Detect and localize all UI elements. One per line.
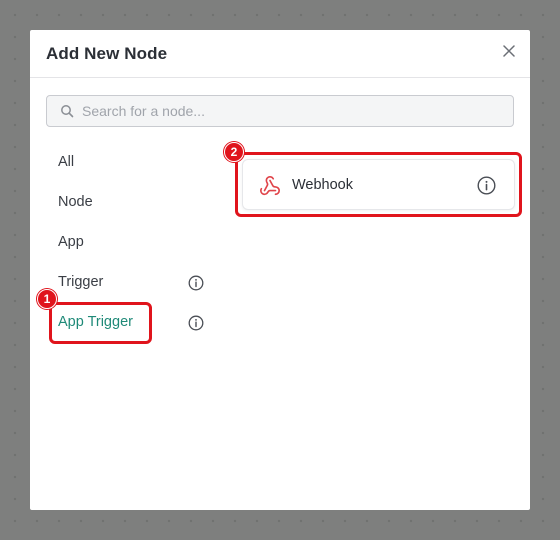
search-input[interactable] — [82, 103, 482, 119]
category-all[interactable]: All — [58, 152, 74, 172]
close-button[interactable] — [500, 42, 518, 60]
modal-header: Add New Node — [30, 30, 530, 78]
category-node[interactable]: Node — [58, 192, 93, 212]
app-trigger-info-icon[interactable] — [188, 315, 204, 331]
node-label-webhook: Webhook — [292, 177, 353, 193]
close-icon — [503, 45, 515, 57]
category-app-trigger[interactable]: App Trigger — [58, 312, 133, 332]
search-field[interactable] — [46, 95, 514, 127]
search-icon — [60, 104, 74, 118]
modal-title: Add New Node — [46, 44, 168, 63]
annotation-badge-1: 1 — [37, 289, 57, 309]
webhook-icon — [260, 176, 280, 196]
add-node-modal: Add New Node All Node App Trigger App Tr… — [30, 30, 530, 510]
annotation-badge-2: 2 — [224, 142, 244, 162]
category-trigger[interactable]: Trigger — [58, 272, 103, 292]
trigger-info-icon[interactable] — [188, 275, 204, 291]
node-card-webhook[interactable]: Webhook — [242, 159, 515, 210]
category-app[interactable]: App — [58, 232, 84, 252]
webhook-info-icon[interactable] — [477, 176, 496, 195]
